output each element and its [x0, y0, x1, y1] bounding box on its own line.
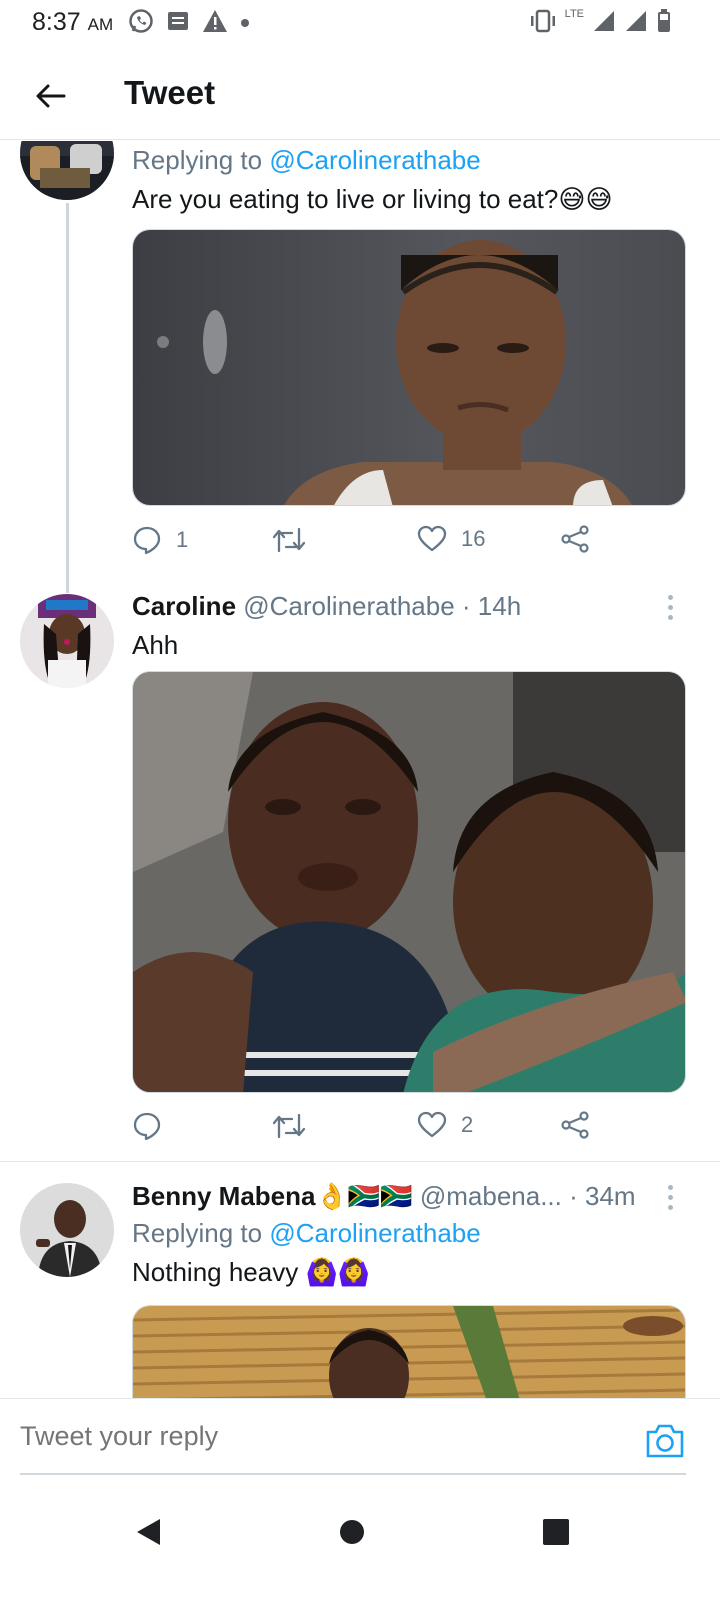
author-handle[interactable]: @mabena... [420, 1181, 562, 1211]
heart-icon [417, 1111, 447, 1138]
home-circle-icon [340, 1520, 364, 1544]
share-icon [561, 525, 589, 553]
status-time: 8:37 AM [32, 8, 113, 37]
nav-back-button[interactable] [128, 1512, 168, 1552]
tweet-3[interactable]: Benny Mabena👌🇿🇦🇿🇦 @mabena... · 34m Reply… [0, 1181, 720, 1399]
camera-icon [646, 1424, 684, 1458]
avatar[interactable] [20, 1183, 114, 1277]
like-action[interactable]: 16 [417, 525, 485, 553]
tweet-actions: 2 [132, 1111, 602, 1151]
tweet-header: Benny Mabena👌🇿🇦🇿🇦 @mabena... · 34m [132, 1181, 688, 1212]
whatsapp-icon [128, 8, 154, 39]
tweet-actions: 1 16 [132, 525, 602, 565]
nav-home-button[interactable] [332, 1512, 372, 1552]
tweet-2[interactable]: Caroline @Carolinerathabe · 14h Ahh 2 [0, 591, 720, 1161]
tweet-header: Caroline @Carolinerathabe · 14h [132, 591, 688, 622]
reply-input[interactable] [20, 1421, 620, 1452]
reply-action[interactable]: 1 [132, 525, 188, 555]
battery-icon [656, 8, 672, 39]
retweet-icon [272, 1113, 306, 1139]
author-name[interactable]: Caroline [132, 591, 236, 621]
share-action[interactable] [560, 525, 590, 553]
like-count: 16 [461, 526, 486, 551]
camera-button[interactable] [644, 1421, 686, 1461]
notification-icons [128, 8, 250, 39]
signal-icon [624, 9, 648, 38]
page-title: Tweet [124, 74, 216, 111]
lte-label: LTE [564, 8, 584, 20]
tweet-1[interactable]: Replying to @Carolinerathabe Are you eat… [0, 141, 720, 593]
mention-link[interactable]: @Carolinerathabe [269, 145, 480, 175]
retweet-action[interactable] [272, 1111, 320, 1141]
tweet-time: · 14h [461, 591, 522, 621]
replying-to: Replying to @Carolinerathabe [132, 145, 688, 176]
more-options-button[interactable] [658, 589, 682, 625]
back-triangle-icon [137, 1519, 160, 1545]
tweet-text: Nothing heavy 🙆‍♀️🙆‍♀️ [132, 1257, 371, 1287]
tweet-media[interactable] [132, 1305, 686, 1399]
system-icons: LTE [529, 8, 672, 39]
status-bar: 8:37 AM LTE [0, 0, 720, 44]
back-button[interactable] [30, 76, 70, 116]
nav-recents-button[interactable] [536, 1512, 576, 1552]
like-action[interactable]: 2 [417, 1111, 473, 1139]
thread-connector [66, 203, 69, 593]
arrow-left-icon [36, 84, 66, 108]
avatar[interactable] [20, 141, 114, 200]
dot-icon [240, 15, 250, 33]
tweet-text: Ahh [132, 630, 179, 660]
more-options-button[interactable] [658, 1179, 682, 1215]
author-name[interactable]: Benny Mabena [132, 1181, 316, 1211]
vibrate-icon [529, 9, 557, 38]
retweet-icon [272, 527, 306, 553]
heart-icon [417, 525, 447, 552]
avatar[interactable] [20, 594, 114, 688]
reply-action[interactable] [132, 1111, 176, 1141]
reply-icon [133, 1112, 161, 1141]
replying-to: Replying to @Carolinerathabe [132, 1218, 688, 1249]
like-count: 2 [461, 1112, 474, 1137]
tweet-time: · 34m [569, 1181, 636, 1211]
alert-icon [202, 9, 228, 38]
system-navigation-bar [0, 1484, 720, 1600]
share-icon [561, 1111, 589, 1139]
retweet-action[interactable] [272, 525, 320, 555]
replying-label: Replying to [132, 145, 263, 175]
reply-input-underline [20, 1473, 686, 1475]
mention-link[interactable]: @Carolinerathabe [269, 1218, 480, 1248]
reply-composer [0, 1398, 720, 1482]
reply-icon [133, 526, 161, 555]
conversation-feed[interactable]: Replying to @Carolinerathabe Are you eat… [0, 141, 720, 1399]
message-icon [166, 10, 190, 37]
author-handle[interactable]: @Carolinerathabe [243, 591, 454, 621]
tweet-divider [0, 1161, 720, 1162]
share-action[interactable] [560, 1111, 590, 1139]
name-emoji: 👌🇿🇦🇿🇦 [315, 1181, 413, 1211]
tweet-text: Are you eating to live or living to eat?… [132, 184, 613, 214]
reply-count: 1 [176, 527, 189, 552]
status-time-value: 8:37 [32, 8, 81, 36]
top-app-bar: Tweet [0, 60, 720, 140]
recents-square-icon [543, 1519, 569, 1545]
status-ampm: AM [87, 15, 114, 34]
replying-label: Replying to [132, 1218, 263, 1248]
signal-icon [592, 9, 616, 38]
tweet-media[interactable] [132, 671, 686, 1093]
tweet-media[interactable] [132, 229, 686, 506]
